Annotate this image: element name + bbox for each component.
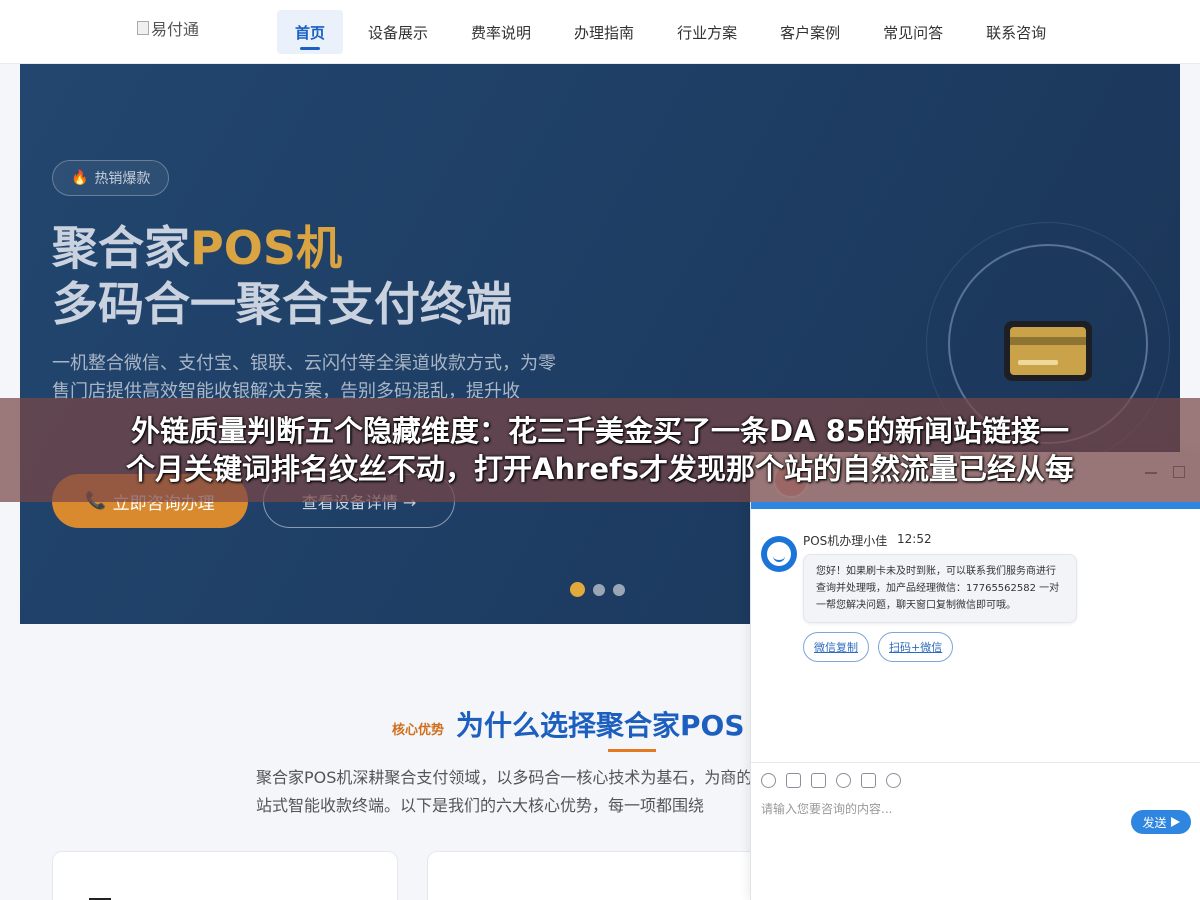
section-description: 聚合家POS机深耕聚合支付领域，以多码合一核心技术为基石，为商的一站式智能收款终… — [256, 768, 769, 815]
caption-overlay: 外链质量判断五个隐藏维度：花三千美金买了一条DA 85的新闻站链接一 个月关键词… — [0, 398, 1200, 502]
agent-name: POS机办理小佳 — [803, 534, 888, 548]
emoji-icon[interactable] — [761, 773, 776, 788]
caption-line-2: 个月关键词排名纹丝不动，打开Ahrefs才发现那个站的自然流量已经从每 — [126, 452, 1074, 486]
screenshot-icon[interactable] — [811, 773, 826, 788]
wechat-icon[interactable] — [886, 773, 901, 788]
logo[interactable]: 易付通 — [137, 16, 199, 40]
message-bubble: 您好！如果刷卡未及时到账，可以联系我们服务商进行查询并处理哦，加产品经理微信：1… — [803, 554, 1077, 623]
flame-icon: 🔥 — [71, 170, 89, 186]
nav-item-cases[interactable]: 客户案例 — [762, 10, 858, 54]
site-header: 易付通 首页 设备展示 费率说明 办理指南 行业方案 客户案例 常见问答 联系咨… — [0, 0, 1200, 64]
hero-title-line2: 多码合一聚合支付终端 — [52, 277, 512, 331]
caption-text: 外链质量判断五个隐藏维度：花三千美金买了一条DA 85的新闻站链接一 个月关键词… — [0, 412, 1200, 488]
caption-line-1: 外链质量判断五个隐藏维度：花三千美金买了一条DA 85的新闻站链接一 — [131, 414, 1069, 448]
carousel-dot[interactable] — [593, 583, 605, 596]
send-button[interactable]: 发送 — [1131, 810, 1191, 834]
feature-card — [52, 851, 398, 900]
section-label: 核心优势 — [392, 723, 445, 738]
carousel-dot[interactable] — [570, 582, 585, 597]
feature-card — [427, 851, 773, 900]
section-title: 为什么选择聚合家POS — [456, 709, 745, 742]
chat-widget: POS机办理小佳 12:52 您好！如果刷卡未及时到账，可以联系我们服务商进行查… — [750, 452, 1200, 900]
nav-item-home[interactable]: 首页 — [277, 10, 344, 54]
copy-wechat-button[interactable]: 微信复制 — [803, 632, 869, 662]
nav-item-solutions[interactable]: 行业方案 — [659, 10, 755, 54]
nav-item-devices[interactable]: 设备展示 — [350, 10, 446, 54]
send-button-label: 发送 — [1142, 815, 1167, 830]
hero-title-highlight: POS机 — [190, 221, 342, 275]
section-underline — [608, 749, 656, 752]
nav-item-rates[interactable]: 费率说明 — [453, 10, 549, 54]
rating-icon[interactable] — [836, 773, 851, 788]
agent-avatar — [761, 536, 797, 572]
carousel-dot[interactable] — [613, 583, 625, 596]
hot-badge: 🔥 热销爆款 — [52, 160, 170, 196]
main-nav: 首页 设备展示 费率说明 办理指南 行业方案 客户案例 常见问答 联系咨询 — [277, 10, 1071, 54]
nav-item-guide[interactable]: 办理指南 — [556, 10, 652, 54]
chat-toolbar — [751, 762, 1200, 798]
broken-image-icon — [137, 21, 149, 35]
scan-wechat-button[interactable]: 扫码+微信 — [878, 632, 954, 662]
chat-accent-bar — [751, 502, 1200, 509]
send-arrow-icon — [1170, 817, 1180, 827]
carousel-dots — [570, 582, 625, 597]
bank-card-icon — [1004, 321, 1092, 381]
sound-icon[interactable] — [861, 773, 876, 788]
hero-title-brand: 聚合家 — [52, 221, 190, 275]
nav-item-faq[interactable]: 常见问答 — [865, 10, 961, 54]
hot-badge-label: 热销爆款 — [94, 171, 151, 187]
nav-item-contact[interactable]: 联系咨询 — [968, 10, 1064, 54]
message-time: 12:52 — [897, 532, 932, 546]
logo-alt-text: 易付通 — [151, 20, 200, 39]
hero-title: 聚合家POS机 多码合一聚合支付终端 — [52, 220, 512, 332]
image-icon[interactable] — [786, 773, 801, 788]
chat-input[interactable]: 请输入您要咨询的内容... — [761, 800, 892, 817]
